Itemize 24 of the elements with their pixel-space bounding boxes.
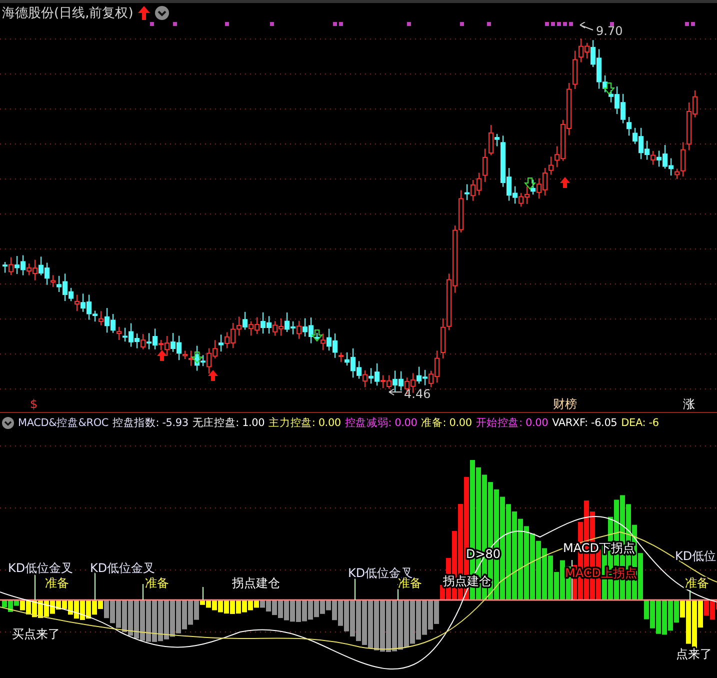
high-price-label: 9.70 xyxy=(596,24,623,38)
signal-label: 准备 xyxy=(45,576,69,590)
legend-item: 主力控盘: 0.00 xyxy=(268,416,341,430)
signal-label: 准备 xyxy=(685,576,709,590)
event-mark[interactable]: 涨 xyxy=(683,397,695,411)
signal-label: 拐点建仓 xyxy=(232,576,280,590)
signal-label: 买点来了 xyxy=(12,627,60,641)
legend-item: 控盘减弱: 0.00 xyxy=(344,416,418,430)
legend-item: VARXF: -6.05 xyxy=(552,416,618,428)
chart-title: 海德股份(日线,前复权) xyxy=(2,4,134,22)
legend-item: 准备: 0.00 xyxy=(421,416,472,430)
legend-item: DEA: -6 xyxy=(621,416,659,428)
event-mark[interactable]: 财榜 xyxy=(553,397,577,411)
event-mark[interactable]: $ xyxy=(30,397,38,411)
legend-item: 无庄控盘: 1.00 xyxy=(192,416,265,430)
low-price-label: 4.46 xyxy=(404,387,431,401)
signal-label: KD低位金叉 xyxy=(90,561,156,575)
signal-label: 准备 xyxy=(145,576,169,590)
legend-item: MACD&控盘&ROC xyxy=(18,416,109,430)
legend-item: 控盘指数: -5.93 xyxy=(112,416,188,430)
signal-label: 点来了 xyxy=(676,647,712,661)
signal-label: KD低位金叉 xyxy=(8,561,74,575)
legend-item: 开始控盘: 0.00 xyxy=(476,416,548,430)
signal-label: KD低位 xyxy=(675,549,716,563)
